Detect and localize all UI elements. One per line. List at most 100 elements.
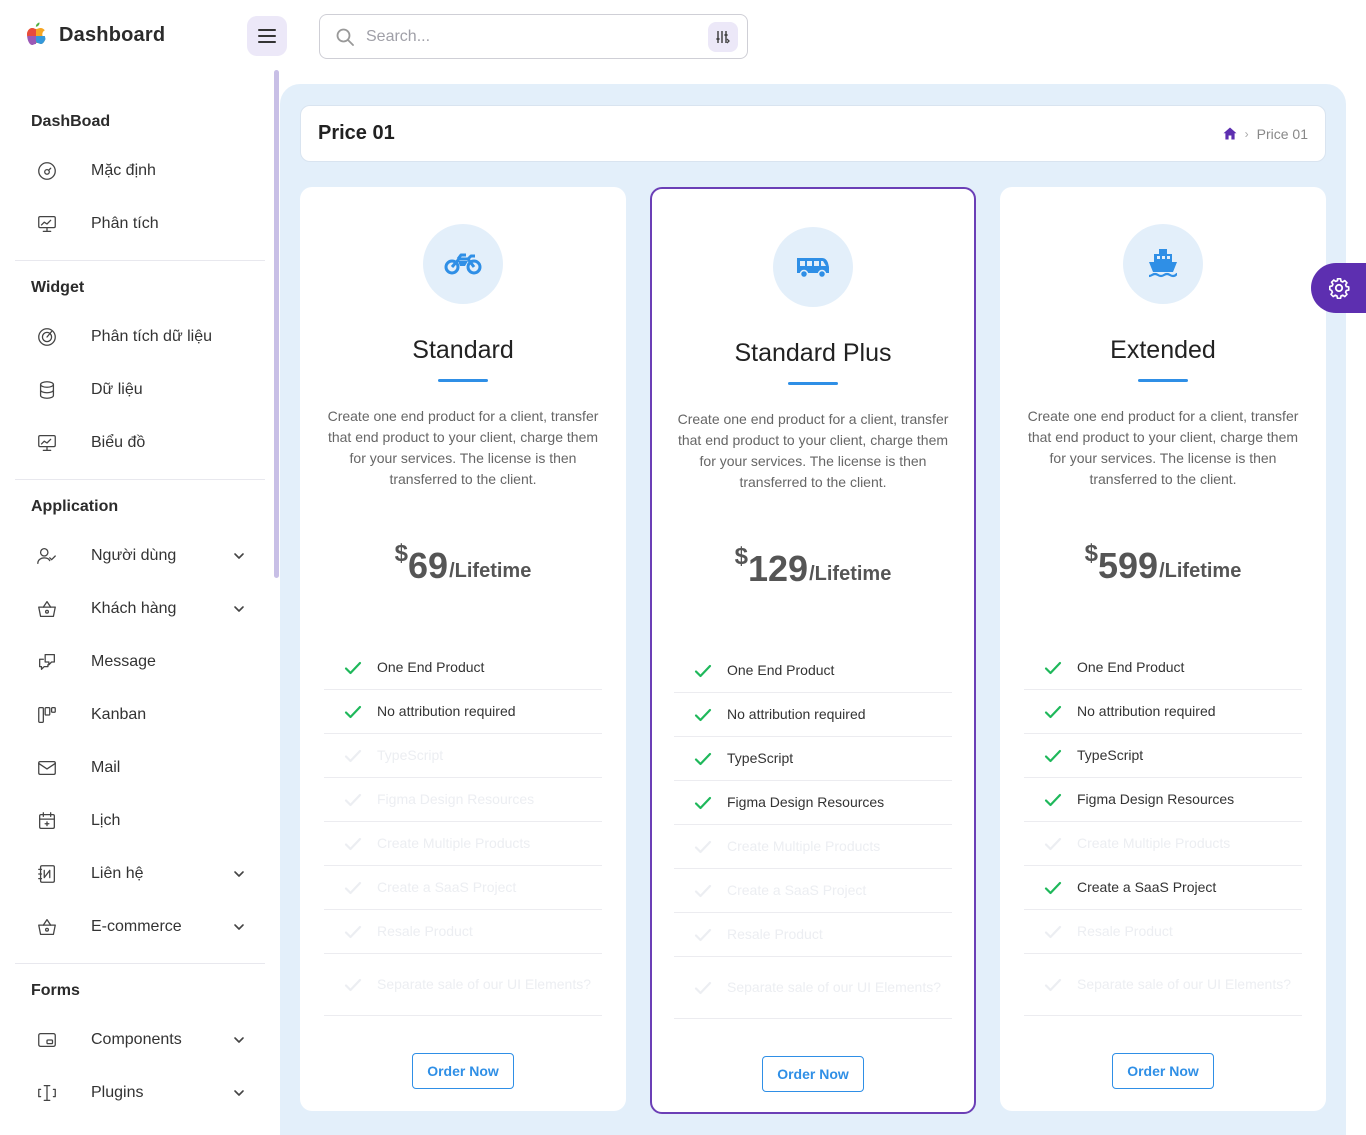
feature-item: Resale Product xyxy=(324,910,602,954)
feature-text: Resale Product xyxy=(727,926,823,942)
sidebar-item[interactable]: Liên hệ xyxy=(15,847,265,900)
home-icon[interactable] xyxy=(1223,127,1237,140)
feature-list: One End Product No attribution required Ty… xyxy=(674,649,952,1019)
chevron-down-icon[interactable] xyxy=(233,550,245,562)
feature-text: No attribution required xyxy=(377,703,516,719)
feature-item: TypeScript xyxy=(1024,734,1302,778)
price-currency: $ xyxy=(734,543,749,570)
sidebar-item-label: Người dùng xyxy=(91,546,177,564)
sidebar-item-label: Biểu đồ xyxy=(91,433,146,451)
sidebar-item[interactable]: Phân tích xyxy=(15,197,265,250)
order-now-button[interactable]: Order Now xyxy=(1112,1053,1214,1089)
pricing-card: Extended Create one end product for a cli… xyxy=(1000,187,1326,1111)
user-check-icon xyxy=(35,544,59,568)
sidebar-item[interactable]: Components xyxy=(15,1013,265,1066)
breadcrumb-separator: › xyxy=(1244,126,1249,141)
sidebar-item[interactable]: Biểu đồ xyxy=(15,416,265,469)
sidebar-item[interactable]: Người dùng xyxy=(15,529,265,582)
chevron-down-icon[interactable] xyxy=(233,921,245,933)
chevron-down-icon[interactable] xyxy=(233,1087,245,1099)
sidebar-item-label: Khách hàng xyxy=(91,599,177,617)
feature-text: Separate sale of our UI Elements? xyxy=(377,976,592,992)
feature-text: TypeScript xyxy=(377,747,444,763)
feature-text: No attribution required xyxy=(1077,703,1216,719)
database-icon xyxy=(35,378,59,402)
sidebar-item[interactable]: E-commerce xyxy=(15,900,265,953)
feature-text: Resale Product xyxy=(377,923,473,939)
sidebar-item[interactable]: Kanban xyxy=(15,688,265,741)
check-icon xyxy=(344,793,362,806)
gauge-icon xyxy=(35,159,59,183)
feature-text: Figma Design Resources xyxy=(1077,791,1235,807)
plan-description: Create one end product for a client, tra… xyxy=(1027,408,1299,487)
page-header: Price 01 › Price 01 xyxy=(300,105,1326,162)
feature-item: No attribution required xyxy=(1024,690,1302,734)
feature-item: Figma Design Resources xyxy=(674,781,952,825)
check-icon xyxy=(1044,881,1062,894)
sidebar-item-label: E-commerce xyxy=(91,917,182,935)
price-amount: 129 xyxy=(748,548,809,589)
sidebar-item-label: Plugins xyxy=(91,1083,144,1101)
filter-button[interactable] xyxy=(708,22,738,52)
sidebar-item[interactable]: Message xyxy=(15,635,265,688)
sidebar-item[interactable]: Mặc định xyxy=(15,144,265,197)
basket-icon xyxy=(35,597,59,621)
van-icon xyxy=(797,258,829,279)
sidebar-item[interactable]: Khách hàng xyxy=(15,582,265,635)
motorbike-icon xyxy=(444,253,482,275)
feature-item: One End Product xyxy=(1024,646,1302,690)
sidebar-divider xyxy=(15,479,265,480)
sidebar-item-label: Phân tích dữ liệu xyxy=(91,327,213,345)
feature-item: Create Multiple Products xyxy=(674,825,952,869)
plan-underline xyxy=(1138,379,1188,382)
order-now-button[interactable]: Order Now xyxy=(412,1053,514,1089)
sidebar-item-label: Kanban xyxy=(91,705,147,723)
settings-button[interactable] xyxy=(1311,263,1366,313)
pricing-card: Standard Create one end product for a cli… xyxy=(300,187,626,1111)
brand[interactable]: Dashboard xyxy=(24,18,165,52)
feature-list: One End Product No attribution required Ty… xyxy=(1024,646,1302,1016)
chevron-down-icon[interactable] xyxy=(233,868,245,880)
feature-item: No attribution required xyxy=(674,693,952,737)
feature-item: TypeScript xyxy=(324,734,602,778)
breadcrumb-current: Price 01 xyxy=(1256,125,1308,142)
sidebar-item[interactable]: Dữ liệu xyxy=(15,363,265,416)
feature-text: Create Multiple Products xyxy=(727,838,881,854)
menu-toggle-button[interactable] xyxy=(247,16,287,56)
chevron-down-icon[interactable] xyxy=(233,603,245,615)
feature-item: Separate sale of our UI Elements? xyxy=(1024,954,1302,1016)
notebook-icon xyxy=(35,862,59,886)
plan-name: Standard xyxy=(412,336,514,364)
plan-underline xyxy=(788,382,838,385)
sidebar-item[interactable]: Plugins xyxy=(15,1066,265,1119)
check-icon xyxy=(344,661,362,674)
search-input[interactable] xyxy=(366,27,686,46)
sliders-icon xyxy=(716,31,730,44)
feature-item: Figma Design Resources xyxy=(324,778,602,822)
basket-icon xyxy=(35,915,59,939)
sidebar-item-label: Mail xyxy=(91,758,121,776)
plan-name: Standard Plus xyxy=(734,339,892,367)
cursor-text-icon xyxy=(35,1081,59,1105)
monitor-chart-icon xyxy=(35,212,59,236)
price-currency: $ xyxy=(394,540,409,567)
feature-text: Create a SaaS Project xyxy=(377,879,517,895)
chevron-down-icon[interactable] xyxy=(233,1034,245,1046)
check-icon xyxy=(694,796,712,809)
check-icon xyxy=(1044,661,1062,674)
price-amount: 599 xyxy=(1098,545,1159,586)
sidebar-item-label: Liên hệ xyxy=(91,864,144,882)
order-now-button[interactable]: Order Now xyxy=(762,1056,864,1092)
sidebar-item-label: Message xyxy=(91,652,156,670)
plan-description: Create one end product for a client, tra… xyxy=(677,411,949,490)
sidebar-item[interactable]: Lịch xyxy=(15,794,265,847)
feature-text: Resale Product xyxy=(1077,923,1173,939)
feature-item: No attribution required xyxy=(324,690,602,734)
check-icon xyxy=(344,837,362,850)
sidebar-item[interactable]: Mail xyxy=(15,741,265,794)
feature-item: Create a SaaS Project xyxy=(324,866,602,910)
sidebar-divider xyxy=(15,963,265,964)
sidebar-item[interactable]: Phân tích dữ liệu xyxy=(15,310,265,363)
feature-item: Separate sale of our UI Elements? xyxy=(674,957,952,1019)
price-period: /Lifetime xyxy=(449,560,532,582)
